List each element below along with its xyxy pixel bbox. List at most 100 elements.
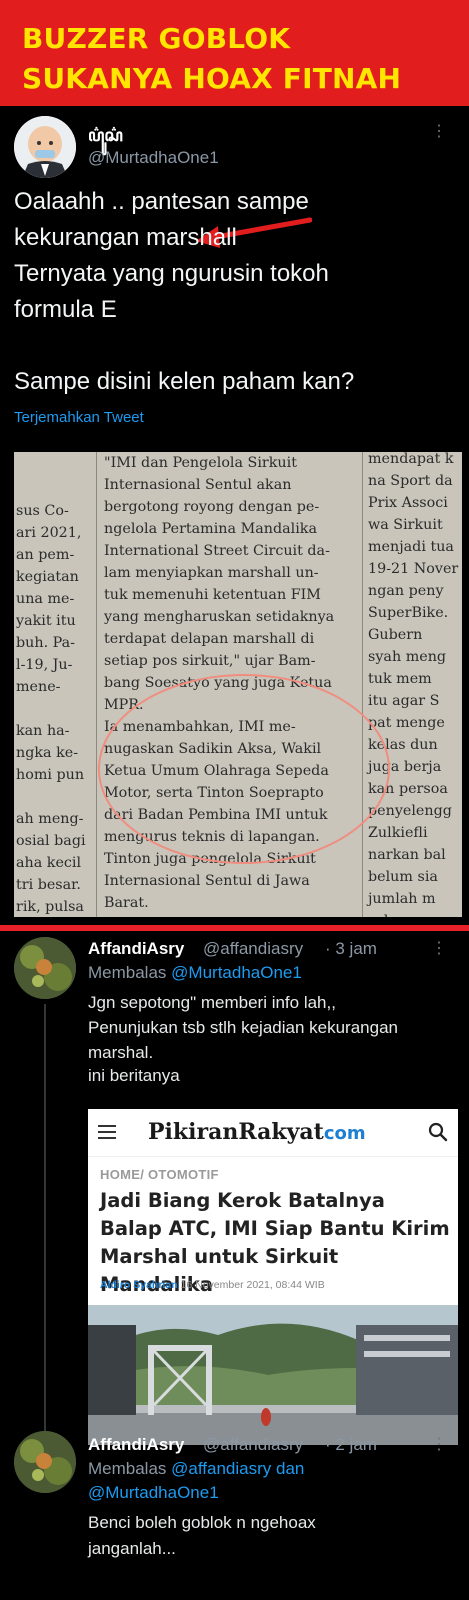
newspaper-line: kan ha-: [16, 723, 70, 739]
newspaper-line: [16, 698, 86, 720]
replying-to: Membalas @affandiasry dan: [88, 1459, 304, 1479]
replying-to: Membalas @MurtadhaOne1: [88, 963, 302, 983]
mention-link[interactable]: @MurtadhaOne1: [171, 963, 302, 982]
handle[interactable]: @affandiasry: [203, 1435, 303, 1455]
newspaper-line: sus Co-: [16, 503, 69, 519]
newspaper-line: homi pun: [16, 767, 85, 783]
reply-text-line: marshal.: [88, 1043, 154, 1062]
avatar[interactable]: [14, 116, 76, 178]
replying-and: dan: [276, 1459, 305, 1478]
site-logo[interactable]: PikiranRakyatcom: [148, 1119, 366, 1145]
tweet-text-line: Oalaahh .. pantesan sampe: [14, 188, 309, 215]
reply-text-line: Penunjukan tsb stlh kejadian kekurangan: [88, 1018, 398, 1037]
avatar[interactable]: [14, 1431, 76, 1493]
newspaper-line: [16, 456, 86, 478]
reply-text-line: Jgn sepotong" memberi info lah,,: [88, 993, 336, 1012]
newspaper-line: an pem-: [16, 547, 75, 563]
newspaper-line: SuperBike.: [368, 605, 449, 621]
article-site-header: PikiranRakyatcom: [88, 1109, 458, 1157]
newspaper-line: ngka ke-: [16, 745, 79, 761]
newspaper-line: tri besar.: [16, 877, 81, 893]
more-vertical-icon[interactable]: ⋮: [429, 939, 449, 959]
newspaper-line: ngelola Pertamina Mandalika: [104, 521, 317, 537]
newspaper-line: yang mengharuskan setidaknya: [104, 609, 335, 625]
newspaper-line: aha kecil: [16, 855, 82, 871]
newspaper-line: wa Sirkuit: [368, 517, 443, 533]
column-divider: [362, 452, 363, 917]
tweet-text-line: kekurangan marshall: [14, 224, 237, 251]
banner-line-2: SUKANYA HOAX FITNAH: [22, 62, 402, 95]
article-byline: Aldiro Syahrian 16 November 2021, 08:44 …: [100, 1279, 325, 1291]
replying-prefix: Membalas: [88, 1459, 167, 1478]
reply-text-line: ini beritanya: [88, 1066, 180, 1085]
translate-tweet-link[interactable]: Terjemahkan Tweet: [14, 409, 144, 426]
more-vertical-icon[interactable]: ⋮: [429, 1435, 449, 1455]
newspaper-line: pat menge: [368, 715, 445, 731]
newspaper-line: osial bagi: [16, 833, 86, 849]
main-tweet: ꦥ꦳ꦸꦱ꦳ @MurtadhaOne1 ⋮ Oalaahh .. pantesa…: [0, 106, 469, 926]
newspaper-line: "IMI dan Pengelola Sirkuit: [104, 455, 297, 471]
newspaper-line: una me-: [16, 591, 75, 607]
newspaper-line: Prix Associ: [368, 495, 448, 511]
article-photo: [88, 1305, 458, 1445]
hamburger-menu-icon[interactable]: [98, 1125, 116, 1139]
search-icon[interactable]: [428, 1122, 448, 1142]
newspaper-line: mendapat k: [368, 452, 454, 467]
newspaper-line: buh. Pa-: [16, 635, 75, 651]
newspaper-left-column: sus Co-ari 2021, an pem-kegiatan una me-ya…: [16, 456, 86, 917]
timestamp[interactable]: · 2 jam: [325, 1435, 377, 1455]
newspaper-line: rik, pulsa: [16, 899, 84, 915]
newspaper-line: jumlah m: [368, 891, 436, 907]
more-vertical-icon[interactable]: ⋮: [429, 122, 449, 142]
handle[interactable]: @MurtadhaOne1: [88, 148, 219, 168]
newspaper-line: seharusnya: [368, 910, 458, 917]
newspaper-line: lam menyiapkan marshall un-: [104, 565, 319, 581]
display-name[interactable]: AffandiAsry: [88, 1435, 184, 1455]
newspaper-line: kegiatan: [16, 569, 79, 585]
newspaper-line: mene-: [16, 679, 61, 695]
newspaper-line: Gubern: [368, 627, 423, 643]
article-author[interactable]: Aldiro Syahrian: [100, 1279, 178, 1291]
handle[interactable]: @affandiasry: [203, 939, 303, 959]
newspaper-right-column: mendapat k na Sport da Prix Associ wa Sirku…: [368, 452, 458, 917]
timestamp[interactable]: · 3 jam: [325, 939, 377, 959]
newspaper-line: ngan peny: [368, 583, 444, 599]
avatar[interactable]: [14, 937, 76, 999]
article-screenshot[interactable]: PikiranRakyatcom HOME/ OTOMOTIF Jadi Bia…: [88, 1109, 458, 1445]
newspaper-line: International Street Circuit da-: [104, 543, 330, 559]
newspaper-line: Menurut Bambang, Sirkuit: [104, 914, 334, 917]
red-circle-annotation: [98, 674, 390, 864]
newspaper-line: Internasional Sentul akan: [104, 477, 292, 493]
column-divider: [96, 452, 97, 917]
tweet-text-line: Ternyata yang ngurusin tokoh: [14, 260, 329, 287]
tweet-text-line: Sampe disini kelen paham kan?: [14, 368, 355, 395]
banner-line-1: BUZZER GOBLOK: [22, 22, 291, 55]
newspaper-line: ah meng-: [16, 811, 84, 827]
newspaper-line: Barat.: [104, 895, 149, 911]
newspaper-line: bergotong royong dengan pe-: [104, 499, 320, 515]
newspaper-line: ari 2021,: [16, 525, 82, 541]
newspaper-line: penyelengg: [368, 803, 452, 819]
breadcrumb[interactable]: HOME/ OTOMOTIF: [100, 1167, 219, 1182]
newspaper-line: setiap pos sirkuit," ujar Bam-: [104, 653, 316, 669]
display-name[interactable]: AffandiAsry: [88, 939, 184, 959]
reply-text-line: Benci boleh goblok n ngehoax: [88, 1513, 316, 1532]
article-date: 16 November 2021, 08:44 WIB: [180, 1279, 325, 1291]
newspaper-line: terdapat delapan marshall di: [104, 631, 315, 647]
reply-text-line: janganlah...: [88, 1539, 176, 1558]
newspaper-line: [16, 478, 86, 500]
newspaper-line: 19-21 Nover: [368, 561, 459, 577]
newspaper-line: l-19, Ju-: [16, 657, 73, 673]
reply-tweet: AffandiAsry @affandiasry · 2 jam ⋮ Memba…: [0, 1431, 469, 1600]
newspaper-line: Internasional Sentul di Jawa: [104, 873, 310, 889]
replying-prefix: Membalas: [88, 963, 167, 982]
tweet-text-line: formula E: [14, 296, 117, 323]
newspaper-line: na Sport da: [368, 473, 453, 489]
newspaper-line: syah meng: [368, 649, 447, 665]
newspaper-line: belum sia: [368, 869, 438, 885]
newspaper-photo[interactable]: sus Co-ari 2021, an pem-kegiatan una me-ya…: [14, 452, 462, 917]
mention-link[interactable]: @MurtadhaOne1: [88, 1483, 219, 1503]
mention-link[interactable]: @affandiasry: [171, 1459, 271, 1478]
newspaper-line: [16, 786, 86, 808]
newspaper-line: menjadi tua: [368, 539, 454, 555]
